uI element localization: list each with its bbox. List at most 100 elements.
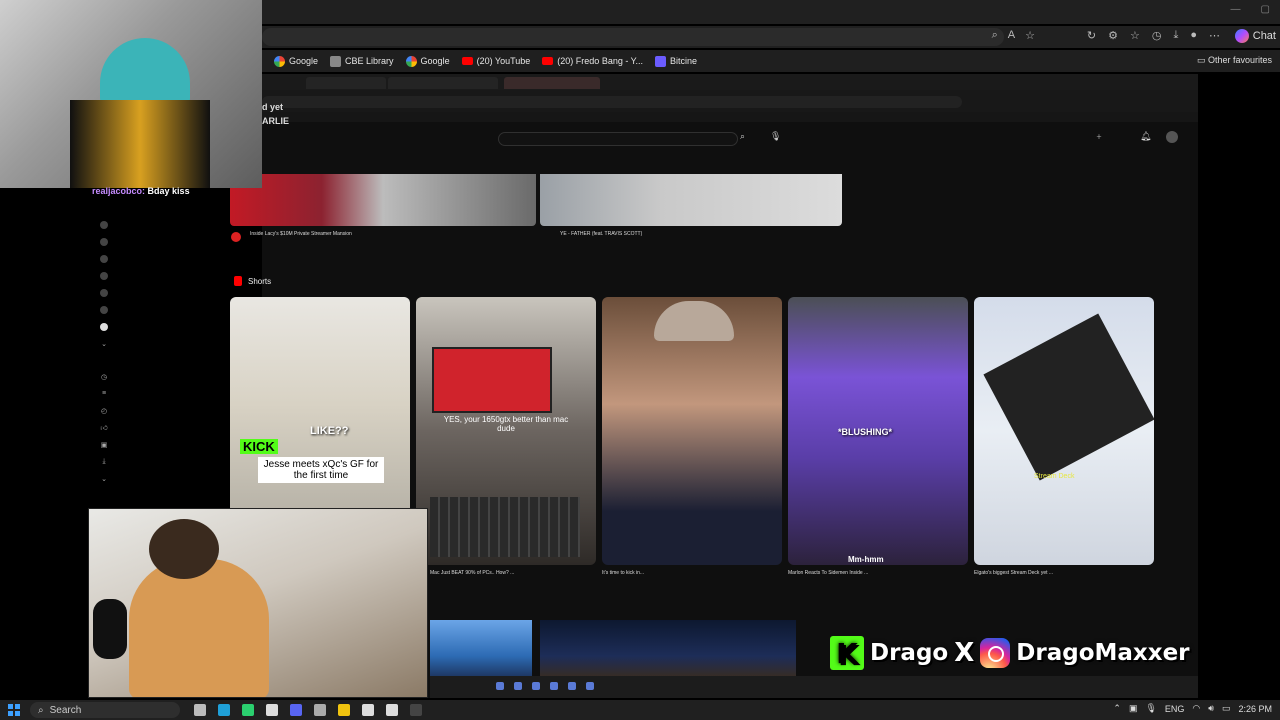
- favourite-item[interactable]: (20) Fredo Bang - Y...: [542, 56, 643, 66]
- battery-icon[interactable]: ▭: [1222, 703, 1231, 714]
- app-icon[interactable]: [266, 704, 278, 716]
- short-card[interactable]: Stream Deck: [974, 297, 1154, 565]
- channel-avatar[interactable]: [231, 232, 241, 242]
- app-icon[interactable]: [586, 682, 594, 690]
- short-card[interactable]: YES, your 1650gtx better than mac dude: [416, 297, 596, 565]
- clock[interactable]: 2:26 PM: [1238, 704, 1272, 714]
- short-card[interactable]: *BLUSHING* Mm-hmm: [788, 297, 968, 565]
- sidebar-downloads[interactable]: ⤓: [92, 453, 227, 470]
- favourite-item[interactable]: Google: [274, 55, 318, 67]
- app-icon[interactable]: [532, 682, 540, 690]
- sidebar-show-more-2[interactable]: ⌄: [92, 470, 227, 487]
- notifications-icon[interactable]: 🔔︎: [1140, 131, 1151, 142]
- app-icon[interactable]: [314, 704, 326, 716]
- sidebar-history[interactable]: ◷: [92, 368, 227, 385]
- inner-address-field[interactable]: [262, 96, 962, 108]
- chip[interactable]: [400, 156, 440, 170]
- inner-tab[interactable]: [306, 77, 386, 89]
- favourite-item[interactable]: Google: [405, 55, 450, 67]
- language-indicator[interactable]: ENG: [1165, 704, 1185, 714]
- chip[interactable]: [706, 156, 750, 170]
- chip[interactable]: [316, 156, 342, 170]
- maximize-icon[interactable]: ▢: [1261, 4, 1270, 15]
- start-button[interactable]: [8, 704, 20, 716]
- short-title[interactable]: It's time to kick in...: [602, 570, 772, 576]
- wifi-icon[interactable]: ◠: [1192, 703, 1200, 714]
- sidebar-playlists[interactable]: ≡: [92, 385, 227, 402]
- volume-icon[interactable]: 🔊︎: [1208, 703, 1214, 714]
- avatar[interactable]: [1166, 131, 1178, 143]
- chip[interactable]: [840, 156, 866, 170]
- youtube-search-input[interactable]: [498, 132, 738, 146]
- favorite-star-icon[interactable]: ☆: [1025, 29, 1035, 42]
- favourite-item[interactable]: (20) YouTube: [461, 56, 530, 66]
- video-title[interactable]: YE - FATHER (feat. TRAVIS SCOTT): [560, 231, 642, 237]
- address-field[interactable]: [262, 28, 1004, 46]
- sidebar-watch-later[interactable]: ◴: [92, 402, 227, 419]
- app-icon[interactable]: [550, 682, 558, 690]
- tray-app-icon[interactable]: ▣: [1129, 703, 1138, 714]
- discord-icon[interactable]: [290, 704, 302, 716]
- chip[interactable]: [448, 156, 496, 170]
- short-title[interactable]: Marlon Reacts To Sidemen Inside ...: [788, 570, 958, 576]
- chip[interactable]: [758, 156, 832, 170]
- chip[interactable]: [588, 156, 608, 170]
- chevron-up-icon[interactable]: ⌃: [1113, 703, 1121, 714]
- sidebar-your-videos[interactable]: ▣: [92, 436, 227, 453]
- mic-icon[interactable]: 🎙︎: [770, 131, 781, 142]
- extensions-icon[interactable]: ⚙: [1108, 29, 1118, 42]
- short-title[interactable]: Mac Just BEAT 90% of PCs.. How? ...: [430, 570, 600, 576]
- more-icon[interactable]: ⋯: [1209, 29, 1220, 42]
- refresh-icon[interactable]: ↻: [1087, 29, 1096, 42]
- chip[interactable]: [674, 156, 698, 170]
- video-title[interactable]: Inside Lacy's $10M Private Streamer Mans…: [250, 231, 352, 237]
- sidebar-subscription[interactable]: [92, 233, 227, 250]
- chip[interactable]: [900, 156, 946, 170]
- inner-tab[interactable]: [388, 77, 498, 89]
- chip[interactable]: [524, 156, 580, 170]
- task-view-icon[interactable]: [194, 704, 206, 716]
- video-thumbnail[interactable]: [230, 174, 536, 226]
- search-icon[interactable]: ⌕: [740, 131, 745, 142]
- chip[interactable]: [874, 156, 892, 170]
- short-card[interactable]: [602, 297, 782, 565]
- sidebar-subscription[interactable]: [92, 301, 227, 318]
- video-thumbnail[interactable]: [540, 174, 842, 226]
- other-favourites[interactable]: ▭ Other favourites: [1197, 55, 1272, 66]
- create-button[interactable]: ＋: [1096, 132, 1102, 141]
- minimize-icon[interactable]: —: [1231, 4, 1241, 15]
- app-icon[interactable]: [568, 682, 576, 690]
- chip[interactable]: [616, 156, 666, 170]
- folder-icon[interactable]: [338, 704, 350, 716]
- favourite-item[interactable]: CBE Library: [330, 55, 394, 67]
- app-icon[interactable]: [514, 682, 522, 690]
- history-icon[interactable]: ◷: [1152, 29, 1162, 42]
- app-icon[interactable]: [242, 704, 254, 716]
- chip[interactable]: [350, 156, 366, 170]
- sidebar-subscription[interactable]: [92, 216, 227, 233]
- favourite-item[interactable]: Bitcine: [655, 55, 697, 67]
- inner-tab-active[interactable]: [504, 77, 600, 89]
- sidebar-subscription[interactable]: [92, 250, 227, 267]
- sidebar-subscription[interactable]: [92, 267, 227, 284]
- chip[interactable]: [374, 156, 392, 170]
- short-title[interactable]: Elgato's biggest Stream Deck yet ...: [974, 570, 1144, 576]
- app-icon[interactable]: [362, 704, 374, 716]
- app-icon[interactable]: [410, 704, 422, 716]
- chip[interactable]: [290, 156, 308, 170]
- mic-icon[interactable]: 🎙︎: [1145, 703, 1156, 714]
- sidebar-liked-videos[interactable]: 👍︎: [92, 419, 227, 436]
- video-thumbnail[interactable]: [540, 620, 796, 680]
- edge-icon[interactable]: [218, 704, 230, 716]
- chip[interactable]: [262, 156, 282, 170]
- app-icon[interactable]: [496, 682, 504, 690]
- video-thumbnail[interactable]: [430, 620, 532, 680]
- sidebar-subscription[interactable]: [92, 284, 227, 301]
- favorites-icon[interactable]: ☆: [1130, 29, 1140, 42]
- downloads-icon[interactable]: ⤓: [1173, 29, 1178, 42]
- sidebar-subscription[interactable]: [92, 318, 227, 335]
- app-icon[interactable]: [386, 704, 398, 716]
- zoom-icon[interactable]: ⌕: [992, 29, 998, 42]
- profile-icon[interactable]: ●: [1190, 29, 1197, 42]
- chip[interactable]: [954, 156, 980, 170]
